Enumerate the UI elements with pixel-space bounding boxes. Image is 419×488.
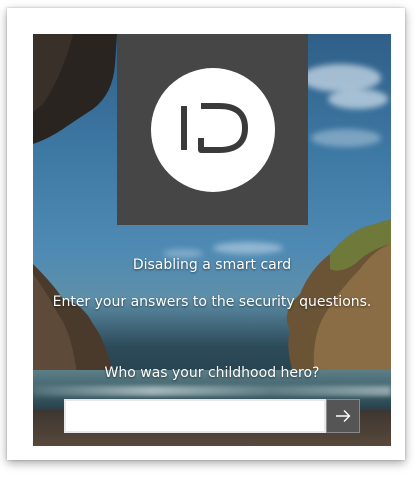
security-answer-input[interactable] [64, 399, 326, 433]
page-title: Disabling a smart card [132, 257, 292, 273]
instructions-text: Enter your answers to the security quest… [52, 294, 372, 310]
cloud [328, 89, 388, 109]
submit-button[interactable] [326, 399, 360, 433]
answer-row [64, 399, 360, 433]
arrow-right-icon [336, 410, 351, 422]
id-logo [181, 103, 248, 153]
cloud [311, 129, 381, 147]
cave-rock-top-left [33, 34, 117, 144]
surf-foam [33, 386, 391, 396]
user-tile [117, 34, 308, 225]
cloud [301, 64, 381, 92]
screenshot-frame: Disabling a smart card Enter your answer… [7, 8, 405, 460]
security-question-label: Who was your childhood hero? [104, 365, 320, 381]
lock-screen: Disabling a smart card Enter your answer… [33, 34, 391, 446]
